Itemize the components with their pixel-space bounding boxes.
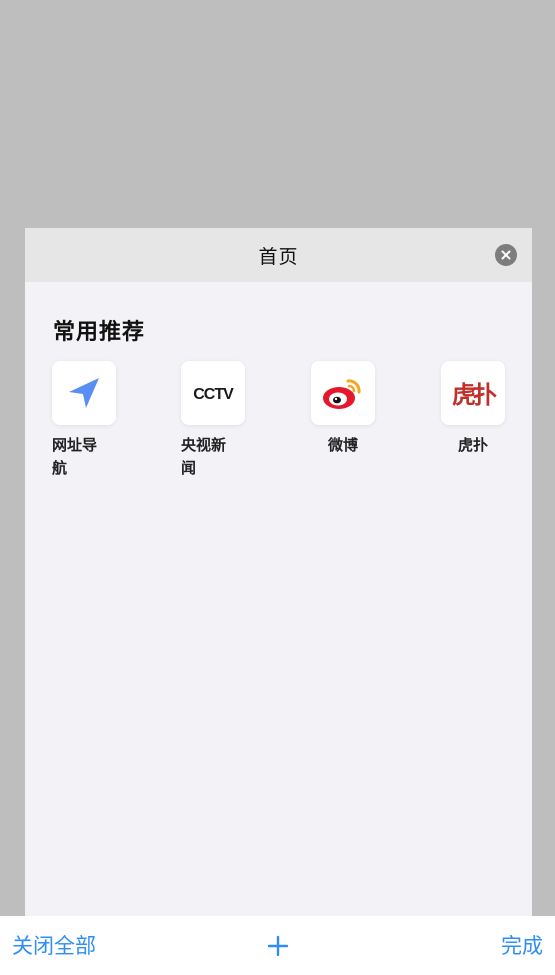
app-icon-navigation[interactable]: [52, 361, 116, 425]
weibo-logo-icon: [323, 379, 361, 409]
app-label: 网址导航: [52, 436, 98, 477]
plus-icon[interactable]: [267, 935, 289, 957]
app-label: 虎扑: [457, 436, 488, 454]
close-tab-button[interactable]: [495, 244, 517, 266]
app-icon-cctv[interactable]: CCTV: [181, 361, 245, 425]
app-tile-weibo[interactable]: 微博: [311, 361, 375, 457]
close-all-button[interactable]: 关闭全部: [12, 933, 96, 959]
done-button[interactable]: 完成: [501, 933, 543, 959]
hupu-logo-icon: 虎扑: [452, 381, 498, 409]
app-tile-navigation[interactable]: 网址导航: [52, 361, 116, 480]
bottom-toolbar: 关闭全部 完成: [0, 916, 555, 975]
section-title: 常用推荐: [53, 320, 146, 345]
svg-text:CCTV: CCTV: [193, 386, 234, 403]
app-tile-hupu[interactable]: 虎扑 虎扑: [441, 361, 505, 457]
app-icon-weibo[interactable]: [311, 361, 375, 425]
close-icon: [501, 250, 511, 260]
app-label: 微博: [327, 436, 358, 454]
app-icon-hupu[interactable]: 虎扑: [441, 361, 505, 425]
tab-header: 首页: [25, 228, 532, 282]
svg-text:虎扑: 虎扑: [452, 381, 497, 409]
cctv-logo-icon: CCTV: [193, 386, 235, 403]
navigation-arrow-icon: [69, 378, 99, 408]
app-tile-cctv[interactable]: CCTV 央视新闻: [181, 361, 245, 480]
app-label: 央视新闻: [181, 436, 227, 477]
tab-card[interactable]: 首页 常用推荐 网址导航 CCTV 央视新闻 微博 虎扑 虎扑: [25, 228, 532, 916]
tab-title: 首页: [258, 245, 299, 268]
